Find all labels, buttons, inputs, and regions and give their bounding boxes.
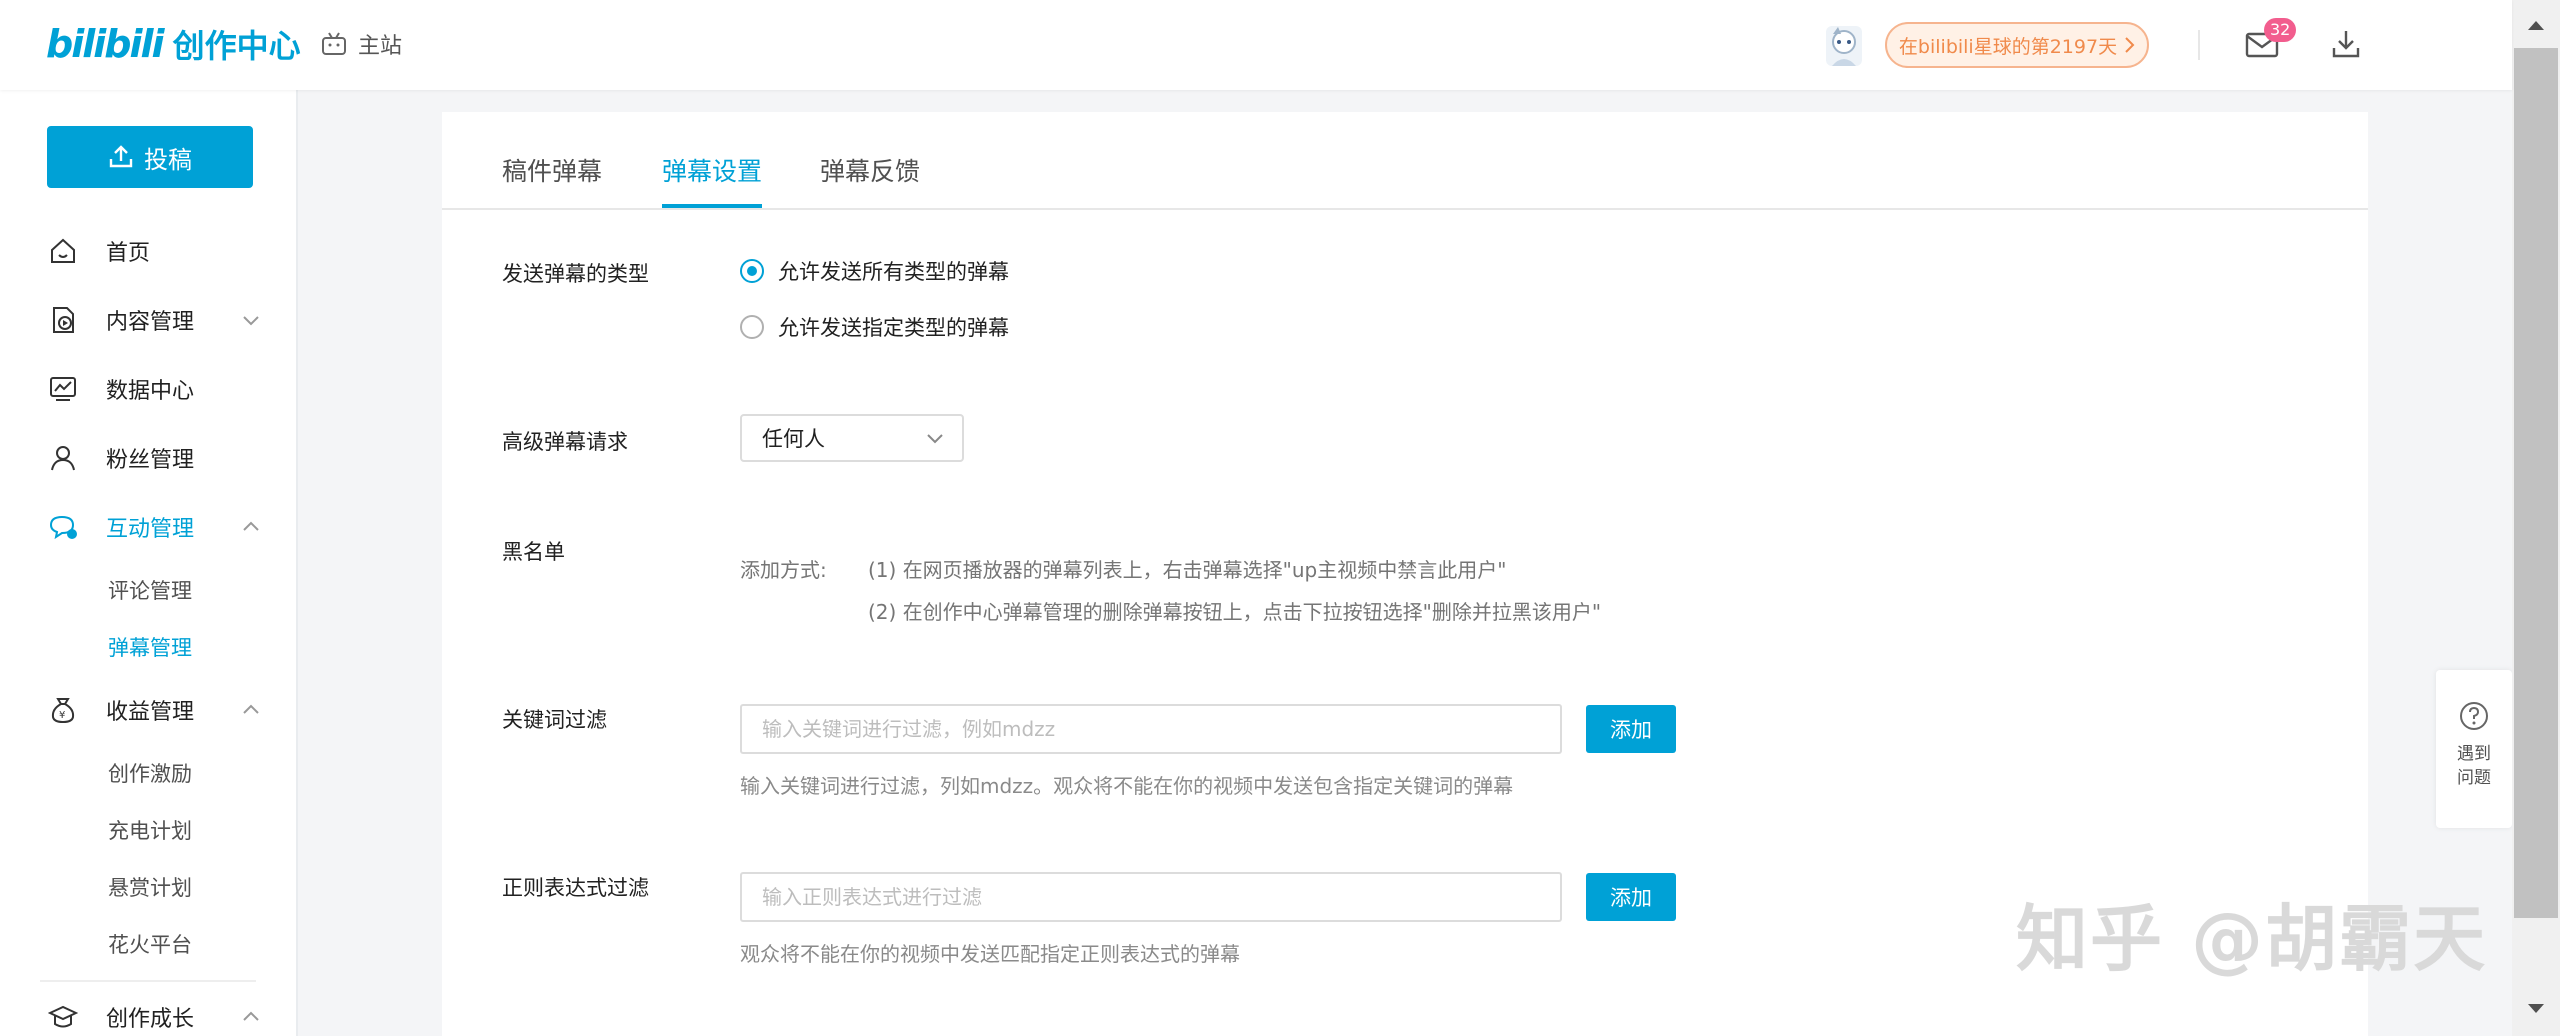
sidebar-subitem-firework[interactable]: 花火平台 — [0, 915, 296, 972]
sidebar-item-label: 收益管理 — [106, 699, 195, 725]
header-divider — [2198, 30, 2200, 60]
sidebar-subitem-comments[interactable]: 评论管理 — [0, 561, 296, 618]
scrollbar-thumb[interactable] — [2514, 48, 2558, 918]
mail-count-badge: 32 — [2264, 18, 2297, 42]
sidebar-subitem-incentive[interactable]: 创作激励 — [0, 744, 296, 801]
chat-bubble-icon — [49, 515, 77, 539]
document-play-icon — [53, 306, 74, 333]
scroll-down-arrow-icon[interactable] — [2526, 1002, 2546, 1016]
chevron-down-icon — [243, 316, 259, 326]
upload-button-label: 投稿 — [144, 145, 192, 174]
help-widget[interactable]: 遇到 问题 — [2436, 670, 2512, 828]
keyword-filter-input[interactable] — [740, 704, 1562, 754]
blacklist-method-2: (2) 在创作中心弹幕管理的删除弹幕按钮上，点击下拉按钮选择"删除并拉黑该用户" — [868, 600, 1602, 624]
upload-icon — [109, 145, 133, 168]
radio-label: 允许发送所有类型的弹幕 — [778, 260, 1009, 284]
home-link-label: 主站 — [358, 34, 403, 59]
sidebar-item-income[interactable]: ¥ 收益管理 — [0, 675, 296, 744]
scroll-up-arrow-icon[interactable] — [2526, 18, 2546, 32]
sidebar-item-growth[interactable]: 创作成长 — [0, 982, 296, 1036]
sidebar-item-label: 数据中心 — [106, 378, 195, 404]
regex-filter-input[interactable] — [740, 872, 1562, 922]
home-icon — [51, 238, 75, 263]
chevron-right-icon — [2125, 37, 2135, 53]
home-link[interactable]: 主站 — [320, 28, 402, 60]
danmaku-type-label: 发送弹幕的类型 — [502, 262, 649, 286]
blacklist-method-prefix: 添加方式: — [740, 558, 827, 582]
regex-add-button[interactable]: 添加 — [1586, 873, 1676, 921]
sidebar: 投稿 首页 内容管理 数据中心 粉丝管理 互动管理 评论管理 弹幕管理 ¥ 收益… — [0, 90, 298, 1036]
tab-danmaku-settings[interactable]: 弹幕设置 — [662, 152, 762, 188]
download-icon[interactable] — [2330, 28, 2362, 60]
tv-icon — [322, 32, 346, 55]
sidebar-item-fans[interactable]: 粉丝管理 — [0, 423, 296, 492]
planet-days-badge[interactable]: 在bilibili星球的第2197天 — [1885, 22, 2149, 68]
advanced-danmaku-select[interactable]: 任何人 — [740, 414, 964, 462]
keyword-filter-label: 关键词过滤 — [502, 708, 607, 732]
tab-danmaku-feedback[interactable]: 弹幕反馈 — [820, 152, 920, 188]
blacklist-label: 黑名单 — [502, 540, 565, 564]
help-text-line2: 问题 — [2457, 768, 2491, 788]
sidebar-item-data[interactable]: 数据中心 — [0, 354, 296, 423]
sidebar-item-label: 互动管理 — [106, 516, 195, 542]
tab-video-danmaku[interactable]: 稿件弹幕 — [502, 152, 602, 188]
keyword-add-button[interactable]: 添加 — [1586, 705, 1676, 753]
radio-allow-all-types[interactable]: 允许发送所有类型的弹幕 — [740, 256, 1009, 286]
radio-circle — [740, 315, 764, 339]
sidebar-item-interaction[interactable]: 互动管理 — [0, 492, 296, 561]
sidebar-item-label: 首页 — [106, 240, 151, 266]
sidebar-item-label: 创作成长 — [106, 1006, 195, 1032]
help-text-line1: 遇到 — [2457, 744, 2491, 764]
radio-circle — [740, 259, 764, 283]
regex-filter-label: 正则表达式过滤 — [502, 876, 649, 900]
chevron-up-icon — [243, 704, 259, 714]
chevron-down-icon — [927, 434, 943, 444]
chevron-up-icon — [243, 1011, 259, 1021]
radio-label: 允许发送指定类型的弹幕 — [778, 316, 1009, 340]
chevron-up-icon — [243, 521, 259, 531]
bilibili-logo[interactable]: bilibili 创作中心 — [46, 22, 301, 66]
chart-icon — [50, 376, 76, 401]
graduation-cap-icon — [48, 1005, 78, 1027]
blacklist-method-1: (1) 在网页播放器的弹幕列表上，右击弹幕选择"up主视频中禁言此用户" — [868, 558, 1507, 582]
sidebar-item-content[interactable]: 内容管理 — [0, 285, 296, 354]
sidebar-subitem-bounty[interactable]: 悬赏计划 — [0, 858, 296, 915]
sidebar-item-home[interactable]: 首页 — [0, 216, 296, 285]
select-value: 任何人 — [762, 427, 825, 451]
top-bar: bilibili 创作中心 主站 在bilibili星球的第2197天 32 — [0, 0, 2512, 90]
regex-filter-hint: 观众将不能在你的视频中发送匹配指定正则表达式的弹幕 — [740, 942, 1240, 966]
svg-text:¥: ¥ — [59, 710, 65, 721]
upload-button[interactable]: 投稿 — [47, 126, 253, 188]
sidebar-nav: 首页 内容管理 数据中心 粉丝管理 互动管理 评论管理 弹幕管理 ¥ 收益管理 … — [0, 216, 296, 1036]
zhihu-watermark: 知乎 @胡霸天 — [2016, 897, 2488, 981]
page-scrollbar[interactable] — [2512, 0, 2560, 1036]
advanced-danmaku-label: 高级弹幕请求 — [502, 430, 628, 454]
question-icon — [2460, 702, 2488, 730]
sidebar-item-label: 粉丝管理 — [106, 447, 195, 473]
user-icon — [51, 445, 75, 470]
logo-wordmark: bilibili — [46, 22, 165, 66]
avatar[interactable] — [1824, 24, 1864, 68]
active-tab-indicator — [662, 204, 762, 208]
tab-bar: 稿件弹幕 弹幕设置 弹幕反馈 — [442, 112, 2368, 210]
money-bag-icon: ¥ — [51, 697, 75, 723]
planet-days-text: 在bilibili星球的第2197天 — [1898, 35, 2118, 58]
radio-allow-specific-types[interactable]: 允许发送指定类型的弹幕 — [740, 312, 1009, 342]
sidebar-subitem-danmaku[interactable]: 弹幕管理 — [0, 618, 296, 675]
keyword-filter-hint: 输入关键词进行过滤，列如mdzz。观众将不能在你的视频中发送包含指定关键词的弹幕 — [740, 774, 1514, 798]
sidebar-item-label: 内容管理 — [106, 309, 195, 335]
logo-title: 创作中心 — [172, 27, 301, 65]
sidebar-subitem-charge[interactable]: 充电计划 — [0, 801, 296, 858]
